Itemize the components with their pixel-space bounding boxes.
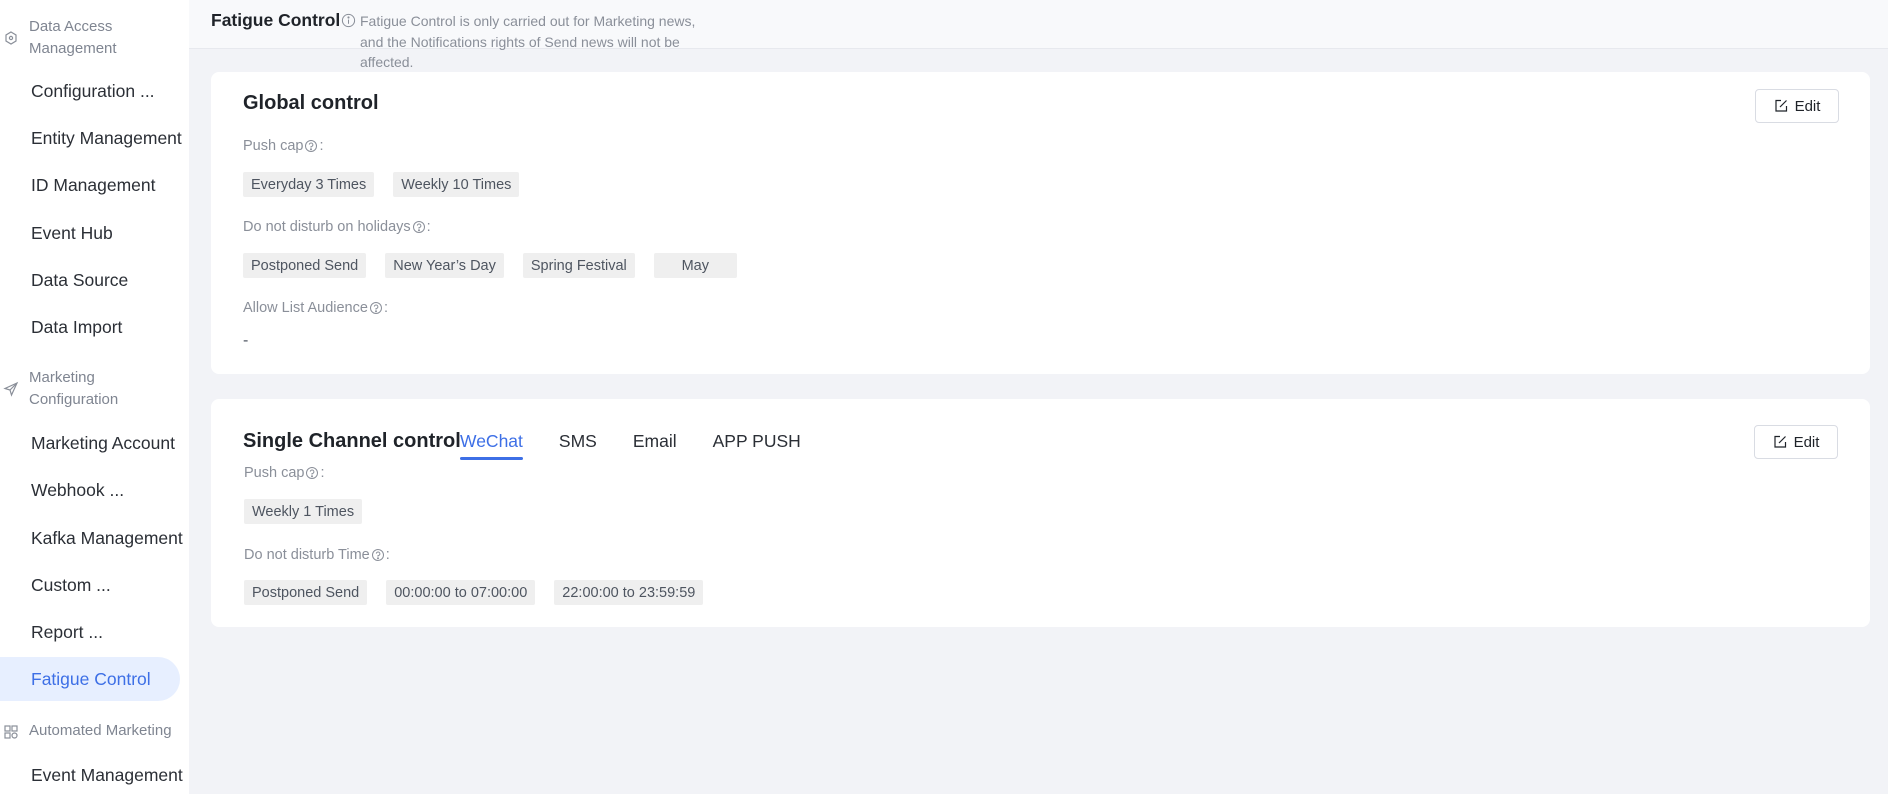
sidebar-item-label: Kafka Management	[31, 527, 183, 548]
single-channel-title: Single Channel control	[243, 430, 461, 452]
dnd-time-label: Do not disturb Time :	[244, 547, 390, 563]
channel-push-cap-label: Push cap :	[244, 465, 325, 481]
dnd-time-tags: Postponed Send 00:00:00 to 07:00:00 22:0…	[244, 580, 704, 605]
info-icon	[341, 13, 356, 28]
global-edit-button[interactable]: Edit	[1755, 89, 1839, 123]
sidebar-item-label: Webhook ...	[31, 479, 125, 500]
sidebar-item-data-source[interactable]: Data Source	[0, 258, 189, 302]
tag: Weekly 10 Times	[393, 172, 520, 197]
channel-push-cap-label-text: Push cap	[244, 465, 305, 481]
tag: Postponed Send	[244, 580, 368, 605]
dnd-holidays-tags: Postponed Send New Year’s Day Spring Fes…	[243, 253, 737, 278]
sidebar-item-label: Data Source	[31, 269, 129, 290]
sidebar-item-label: Report ...	[31, 621, 103, 642]
tag: Weekly 1 Times	[244, 499, 363, 524]
dnd-holidays-label-text: Do not disturb on holidays	[243, 219, 411, 235]
sidebar-item-webhook[interactable]: Webhook ...	[0, 468, 189, 512]
help-icon[interactable]	[304, 139, 318, 153]
sidebar-group-data-access[interactable]: Data Access Management	[0, 16, 189, 60]
sidebar-item-label: Entity Management	[31, 127, 182, 148]
data-access-icon	[5, 31, 17, 45]
channel-tabs: WeChat SMS Email APP PUSH	[460, 431, 837, 460]
sidebar-item-configuration[interactable]: Configuration ...	[0, 69, 189, 113]
push-cap-tags: Everyday 3 Times Weekly 10 Times	[243, 172, 520, 197]
allow-list-label: Allow List Audience :	[243, 300, 388, 316]
help-icon[interactable]	[305, 466, 319, 480]
sidebar-item-marketing-account[interactable]: Marketing Account	[0, 421, 189, 465]
tag: May	[653, 253, 737, 278]
tab-sms[interactable]: SMS	[559, 431, 597, 460]
sidebar-item-label: Configuration ...	[31, 80, 155, 101]
tab-wechat[interactable]: WeChat	[460, 431, 523, 460]
sidebar-item-id-management[interactable]: ID Management	[0, 163, 189, 207]
sidebar-group-marketing-configuration[interactable]: Marketing Configuration	[0, 367, 189, 411]
channel-edit-button[interactable]: Edit	[1754, 425, 1838, 459]
automation-icon	[4, 725, 18, 739]
help-icon[interactable]	[371, 548, 385, 562]
sidebar-item-custom[interactable]: Custom ...	[0, 563, 189, 607]
sidebar-item-data-import[interactable]: Data Import	[0, 305, 189, 349]
sidebar-item-entity-management[interactable]: Entity Management	[0, 116, 189, 160]
tag: 22:00:00 to 23:59:59	[554, 580, 704, 605]
sidebar-item-label: Data Import	[31, 316, 123, 337]
dnd-holidays-label: Do not disturb on holidays :	[243, 219, 431, 235]
channel-push-cap-tags: Weekly 1 Times	[244, 499, 363, 524]
sidebar-item-event-management[interactable]: Event Management	[0, 753, 189, 794]
dnd-time-label-text: Do not disturb Time	[244, 547, 370, 563]
sidebar-item-label: Fatigue Control	[31, 668, 151, 689]
sidebar-group-label: Data Access Management	[29, 18, 117, 57]
global-control-card: Global control Edit Push cap : Everyday …	[211, 72, 1870, 374]
sidebar-item-label: ID Management	[31, 174, 156, 195]
push-cap-label: Push cap :	[243, 138, 324, 154]
single-channel-card: Single Channel control WeChat SMS Email …	[211, 399, 1870, 627]
edit-label: Edit	[1793, 433, 1820, 451]
help-icon[interactable]	[369, 301, 383, 315]
sidebar-group-label: Marketing Configuration	[29, 369, 119, 408]
edit-icon	[1773, 435, 1786, 448]
page-notice: Fatigue Control is only carried out for …	[360, 13, 696, 70]
tag: Everyday 3 Times	[243, 172, 375, 197]
tag: 00:00:00 to 07:00:00	[386, 580, 536, 605]
sidebar-group-automated-marketing[interactable]: Automated Marketing	[0, 720, 189, 744]
sidebar-item-kafka-management[interactable]: Kafka Management	[0, 516, 189, 560]
tag: New Year’s Day	[385, 253, 504, 278]
sidebar-item-label: Custom ...	[31, 574, 111, 595]
tag: Spring Festival	[522, 253, 635, 278]
tab-email[interactable]: Email	[633, 431, 677, 460]
tag: Postponed Send	[243, 253, 367, 278]
tab-app-push[interactable]: APP PUSH	[713, 431, 801, 460]
sidebar-group-label: Automated Marketing	[29, 722, 172, 739]
help-icon[interactable]	[412, 220, 426, 234]
sidebar-item-fatigue-control[interactable]: Fatigue Control	[0, 657, 180, 701]
sidebar-item-label: Event Hub	[31, 222, 113, 243]
send-icon	[3, 381, 19, 397]
sidebar: Data Access Management Configuration ...…	[0, 0, 189, 794]
global-control-title: Global control	[243, 92, 379, 114]
allow-list-value: -	[243, 332, 249, 349]
edit-label: Edit	[1794, 97, 1821, 115]
sidebar-item-label: Event Management	[31, 764, 183, 785]
push-cap-label-text: Push cap	[243, 138, 304, 154]
sidebar-item-report[interactable]: Report ...	[0, 610, 189, 654]
allow-list-label-text: Allow List Audience	[243, 300, 368, 316]
page-title: Fatigue Control	[211, 10, 341, 30]
sidebar-item-event-hub[interactable]: Event Hub	[0, 211, 189, 255]
sidebar-item-label: Marketing Account	[31, 432, 175, 453]
edit-icon	[1774, 99, 1787, 112]
